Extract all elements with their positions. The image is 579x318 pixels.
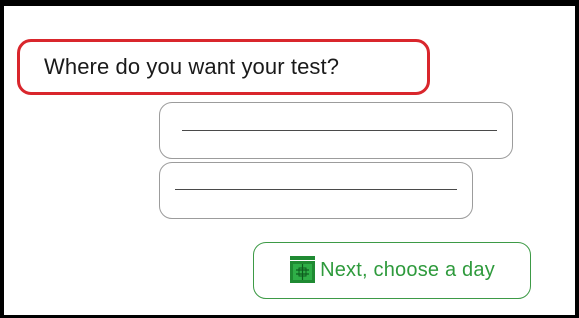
question-text: Where do you want your test?: [44, 54, 340, 79]
option-2-placeholder-line: [175, 189, 457, 190]
option-1-placeholder-line: [182, 130, 497, 131]
next-button-label: Next, choose a day: [320, 259, 495, 281]
next-choose-day-button[interactable]: Next, choose a day: [253, 242, 531, 299]
location-option-1[interactable]: [159, 102, 513, 159]
location-option-2[interactable]: [159, 162, 473, 219]
question-box: Where do you want your test?: [17, 39, 430, 95]
calendar-icon: [289, 255, 316, 284]
window-frame: Where do you want your test? Next, choos…: [0, 0, 579, 318]
